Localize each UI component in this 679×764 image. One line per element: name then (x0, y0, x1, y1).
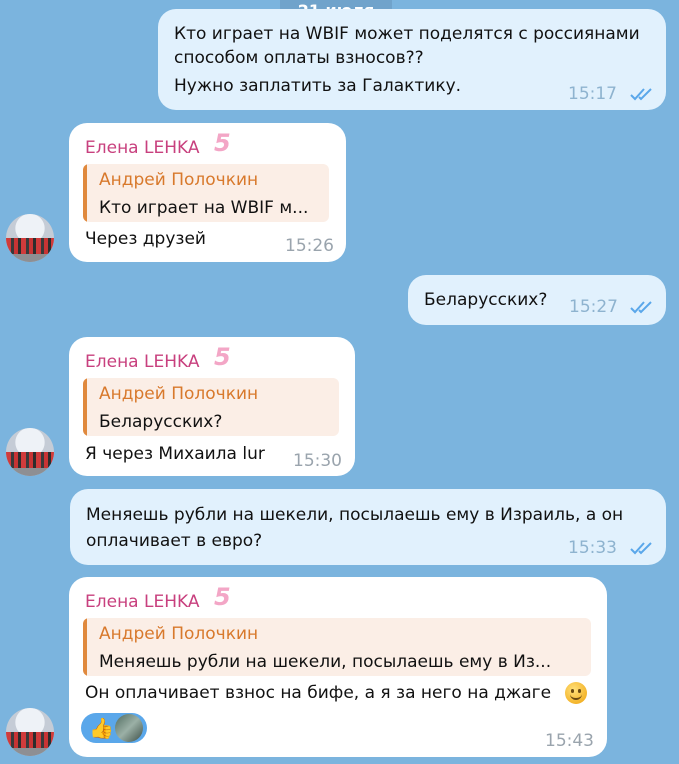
reply-author: Андрей Полочкин (99, 170, 259, 190)
reply-text: Кто играет на WBIF м... (99, 198, 309, 218)
chat-history: 21 июля Кто играет на WBIF может поделят… (0, 0, 679, 764)
reply-accent-bar (83, 164, 87, 222)
read-checkmarks-icon (630, 88, 652, 101)
sender-name[interactable]: Елена LEHKA (85, 590, 199, 614)
reply-accent-bar (83, 618, 87, 676)
incoming-message[interactable]: Елена LEHKA 5 Андрей Полочкин Беларусски… (69, 337, 355, 476)
reply-accent-bar (83, 378, 87, 436)
reply-quote[interactable]: Андрей Полочкин Меняешь рубли на шекели,… (83, 618, 591, 676)
message-time: 15:33 (568, 538, 617, 558)
sender-badge: 5 (214, 343, 231, 371)
outgoing-message[interactable]: Кто играет на WBIF может поделятся с рос… (158, 9, 666, 110)
message-line: Кто играет на WBIF может поделятся с рос… (174, 24, 640, 44)
sender-badge: 5 (214, 129, 231, 157)
message-line: способом оплаты взносов?? (174, 48, 424, 68)
read-checkmarks-icon (630, 301, 652, 314)
reply-text: Беларусских? (99, 412, 223, 432)
outgoing-message[interactable]: Меняешь рубли на шекели, посылаешь ему в… (70, 489, 666, 565)
message-time: 15:43 (545, 731, 594, 751)
sender-badge: 5 (214, 583, 231, 611)
sender-name[interactable]: Елена LEHKA (85, 136, 199, 160)
read-checkmarks-icon (630, 542, 652, 555)
sender-name[interactable]: Елена LEHKA (85, 350, 199, 374)
sender-avatar[interactable] (6, 428, 54, 476)
message-line: Нужно заплатить за Галактику. (174, 76, 462, 96)
message-text: Через друзей (85, 229, 206, 249)
message-time: 15:27 (569, 297, 618, 317)
thumbs-up-icon: 👍 (89, 716, 114, 740)
message-line: оплачивает в евро? (86, 531, 263, 551)
outgoing-message[interactable]: Беларусских? 15:27 (408, 275, 666, 325)
reaction-chip[interactable]: 👍 (81, 713, 147, 743)
message-text: Я через Михаила lur (85, 444, 265, 464)
reactor-avatar (115, 714, 143, 742)
reply-quote[interactable]: Андрей Полочкин Кто играет на WBIF м... (83, 164, 329, 222)
smiling-face-icon (565, 682, 587, 704)
sender-avatar[interactable] (6, 708, 54, 756)
sender-avatar[interactable] (6, 214, 54, 262)
incoming-message[interactable]: Елена LEHKA 5 Андрей Полочкин Кто играет… (69, 123, 346, 262)
message-time: 15:26 (285, 236, 334, 256)
message-time: 15:30 (293, 451, 342, 471)
reply-author: Андрей Полочкин (99, 624, 259, 644)
message-text: Он оплачивает взнос на бифе, а я за него… (85, 683, 552, 703)
reply-text: Меняешь рубли на шекели, посылаешь ему в… (99, 652, 552, 672)
message-text: Беларусских? (424, 290, 548, 310)
reply-quote[interactable]: Андрей Полочкин Беларусских? (83, 378, 339, 436)
message-time: 15:17 (568, 84, 617, 104)
message-line: Меняешь рубли на шекели, посылаешь ему в… (86, 505, 624, 525)
incoming-message[interactable]: Елена LEHKA 5 Андрей Полочкин Меняешь ру… (69, 577, 607, 757)
reply-author: Андрей Полочкин (99, 384, 259, 404)
